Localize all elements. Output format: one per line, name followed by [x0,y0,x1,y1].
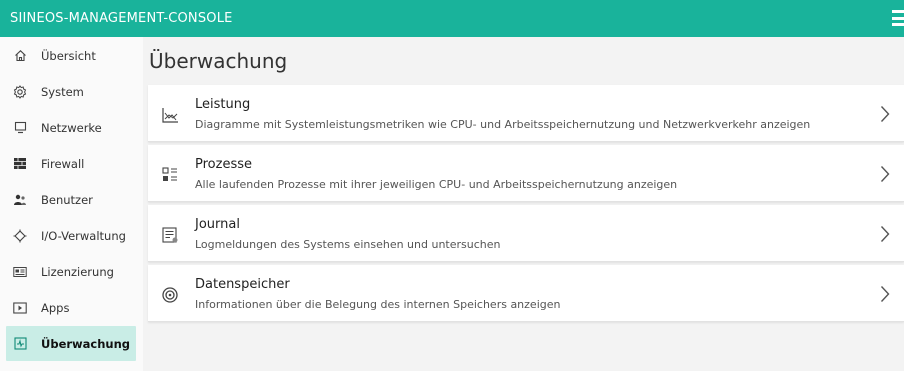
sidebar-item-benutzer[interactable]: Benutzer [6,182,136,217]
sidebar-item-label: Lizenzierung [41,264,114,279]
home-icon [13,49,27,63]
card-datenspeicher[interactable]: Datenspeicher Informationen über die Bel… [148,265,904,322]
sidebar-item-io-verwaltung[interactable]: I/O-Verwaltung [6,218,136,253]
page-title: Überwachung [149,49,288,73]
sidebar-item-label: Apps [41,300,70,315]
card-journal[interactable]: Journal Logmeldungen des Systems einsehe… [148,205,904,262]
sidebar-item-firewall[interactable]: Firewall [6,146,136,181]
sidebar-item-label: Netzwerke [41,120,102,135]
storage-icon [161,286,179,304]
card-title: Leistung [195,97,251,112]
sidebar-item-system[interactable]: System [6,74,136,109]
sidebar-item-label: Firewall [41,156,85,171]
chart-icon [161,106,179,124]
chevron-right-icon[interactable] [880,105,890,123]
chevron-right-icon[interactable] [880,225,890,243]
chevron-right-icon[interactable] [880,285,890,303]
sidebar: Übersicht System Netzwerke Firewall Benu… [0,37,143,371]
users-icon [13,193,27,207]
card-leistung[interactable]: Leistung Diagramme mit Systemleistungsme… [148,85,904,142]
chevron-right-icon[interactable] [880,165,890,183]
license-icon [13,265,27,279]
card-description: Logmeldungen des Systems einsehen und un… [195,238,501,251]
card-title: Datenspeicher [195,277,290,292]
top-bar: SIINEOS-MANAGEMENT-CONSOLE [0,0,904,37]
sidebar-item-label: Benutzer [41,192,93,207]
journal-icon [161,226,179,244]
sidebar-item-netzwerke[interactable]: Netzwerke [6,110,136,145]
card-description: Informationen über die Belegung des inte… [195,298,561,311]
app-title: SIINEOS-MANAGEMENT-CONSOLE [10,11,233,26]
io-icon [13,229,27,243]
sidebar-item-label: I/O-Verwaltung [41,228,126,243]
firewall-icon [13,157,27,171]
sidebar-item-label: System [41,84,84,99]
card-prozesse[interactable]: Prozesse Alle laufenden Prozesse mit ihr… [148,145,904,202]
sidebar-item-ueberwachung[interactable]: Überwachung [6,326,136,361]
card-description: Alle laufenden Prozesse mit ihrer jeweil… [195,178,678,191]
sidebar-item-uebersicht[interactable]: Übersicht [6,38,136,73]
sidebar-item-lizenzierung[interactable]: Lizenzierung [6,254,136,289]
sidebar-item-apps[interactable]: Apps [6,290,136,325]
monitor-icon [13,121,27,135]
sidebar-item-label: Überwachung [41,336,131,351]
card-title: Journal [195,217,240,232]
card-title: Prozesse [195,157,252,172]
process-list-icon [161,166,179,184]
sidebar-item-label: Übersicht [41,48,96,63]
apps-icon [13,301,27,315]
monitoring-icon [13,337,27,351]
menu-icon[interactable] [892,10,904,26]
card-description: Diagramme mit Systemleistungsmetriken wi… [195,118,811,131]
gear-icon [13,84,27,99]
